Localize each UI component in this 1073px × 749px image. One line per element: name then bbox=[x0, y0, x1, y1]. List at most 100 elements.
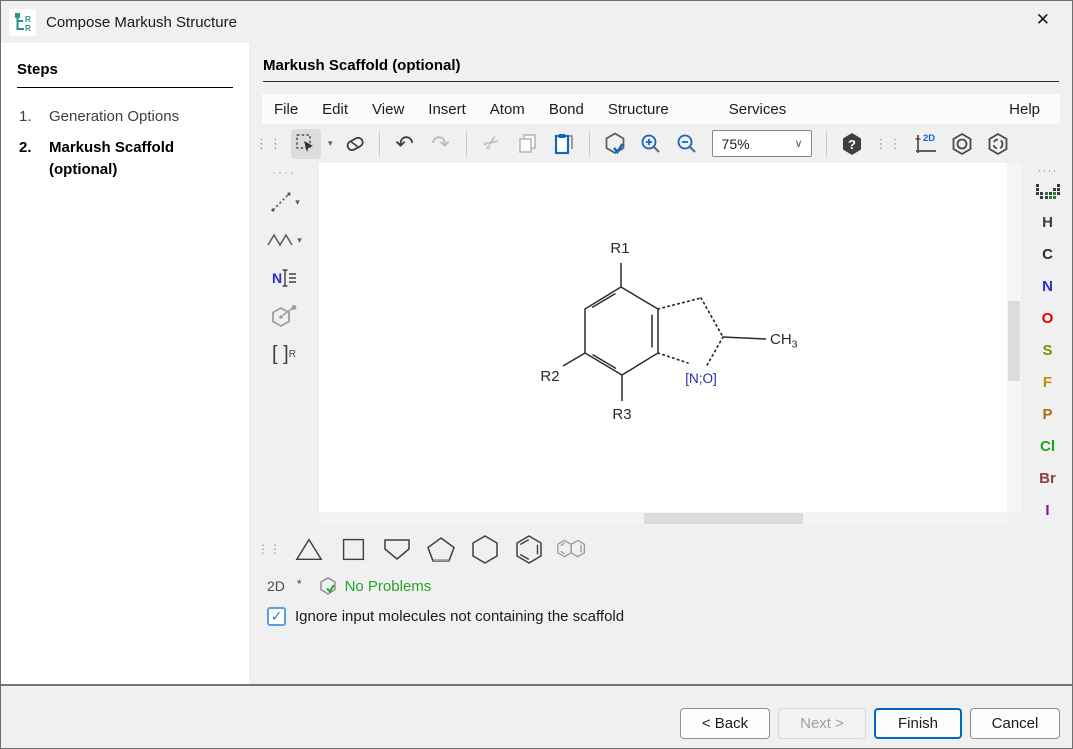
svg-text:2D: 2D bbox=[923, 133, 935, 144]
menu-view[interactable]: View bbox=[360, 97, 416, 122]
cyclobutane-template-button[interactable] bbox=[335, 533, 371, 565]
menu-insert[interactable]: Insert bbox=[416, 97, 478, 122]
chain-tool-button[interactable]: ▾ bbox=[266, 225, 302, 255]
element-button-s[interactable]: S bbox=[1021, 334, 1073, 366]
palette-drag-handle[interactable]: ···· bbox=[1038, 163, 1058, 177]
toolbar-drag-handle[interactable]: ⋮⋮ bbox=[257, 542, 281, 556]
menu-bond[interactable]: Bond bbox=[537, 97, 596, 122]
menu-structure[interactable]: Structure bbox=[596, 97, 681, 122]
copy-button[interactable] bbox=[513, 129, 543, 159]
palette-drag-handle[interactable]: ···· bbox=[272, 165, 296, 179]
main-toolbar: ⋮⋮ ▾ ↶ ↷ ✂ bbox=[253, 124, 1073, 163]
menu-atom[interactable]: Atom bbox=[478, 97, 537, 122]
periodic-table-button[interactable] bbox=[1035, 183, 1061, 206]
cyclopentadiene-icon bbox=[380, 535, 414, 563]
structure-canvas[interactable]: R1 R2 R3 CH3 [N;O] bbox=[319, 163, 1007, 512]
chain-icon bbox=[266, 229, 296, 251]
vertical-scrollbar-thumb[interactable] bbox=[1008, 301, 1020, 381]
cut-button[interactable]: ✂ bbox=[477, 129, 507, 159]
checkmark-icon: ✓ bbox=[271, 608, 283, 625]
selection-icon bbox=[294, 132, 318, 156]
finish-button[interactable]: Finish bbox=[874, 708, 962, 739]
redo-button[interactable]: ↷ bbox=[426, 129, 456, 159]
element-button-n[interactable]: N bbox=[1021, 270, 1073, 302]
toolbar-separator bbox=[379, 131, 380, 157]
toolbar-separator bbox=[826, 131, 827, 157]
element-button-c[interactable]: C bbox=[1021, 238, 1073, 270]
zoom-out-icon bbox=[675, 132, 699, 156]
rgroup-label-r3[interactable]: R3 bbox=[612, 406, 631, 423]
template-tool-button[interactable] bbox=[269, 301, 299, 331]
element-button-cl[interactable]: Cl bbox=[1021, 430, 1073, 462]
element-button-i[interactable]: I bbox=[1021, 494, 1073, 526]
wizard-footer: < Back Next > Finish Cancel bbox=[1, 684, 1072, 749]
rgroup-bracket-tool-button[interactable]: [ ]R bbox=[272, 339, 296, 369]
zoom-out-button[interactable] bbox=[672, 129, 702, 159]
step-label: Generation Options bbox=[49, 106, 233, 129]
rgroup-label-r1[interactable]: R1 bbox=[610, 240, 629, 257]
svg-text:R: R bbox=[25, 24, 31, 33]
template-icon bbox=[269, 302, 299, 330]
back-button[interactable]: < Back bbox=[680, 708, 770, 739]
step-markush-scaffold[interactable]: 2. Markush Scaffold (optional) bbox=[17, 137, 233, 182]
canvas-horizontal-scrollbar[interactable] bbox=[319, 512, 1007, 525]
zoom-in-icon bbox=[639, 132, 663, 156]
bond-tool-button[interactable]: ▾ bbox=[268, 187, 300, 217]
rgroup-bracket-sub: R bbox=[289, 349, 296, 360]
selection-tool-button[interactable] bbox=[291, 129, 321, 159]
modified-indicator: * bbox=[297, 577, 302, 591]
atom-text-tool-button[interactable]: N bbox=[269, 263, 299, 293]
menu-services[interactable]: Services bbox=[717, 97, 799, 122]
cyclohexane-template-button[interactable] bbox=[467, 533, 503, 565]
menu-edit[interactable]: Edit bbox=[310, 97, 360, 122]
toolbar-drag-handle[interactable]: ⋮⋮ bbox=[255, 136, 283, 152]
atom-list-label[interactable]: [N;O] bbox=[685, 371, 717, 386]
chain-tool-caret[interactable]: ▾ bbox=[297, 235, 302, 246]
element-button-o[interactable]: O bbox=[1021, 302, 1073, 334]
element-button-f[interactable]: F bbox=[1021, 366, 1073, 398]
compose-markush-dialog: R R Compose Markush Structure ✕ Steps 1.… bbox=[0, 0, 1073, 749]
no-problems-message[interactable]: No Problems bbox=[345, 578, 432, 595]
bond-tool-caret[interactable]: ▾ bbox=[295, 197, 300, 208]
selection-tool-caret[interactable]: ▾ bbox=[328, 138, 333, 149]
canvas-vertical-scrollbar[interactable] bbox=[1007, 163, 1021, 512]
check-structure-icon bbox=[602, 131, 628, 157]
close-icon[interactable]: ✕ bbox=[1036, 11, 1050, 28]
ignore-molecules-label[interactable]: Ignore input molecules not containing th… bbox=[295, 608, 624, 625]
horizontal-scrollbar-thumb[interactable] bbox=[644, 513, 803, 524]
cyclopropane-icon bbox=[293, 535, 325, 563]
cyclopentadiene-template-button[interactable] bbox=[379, 533, 415, 565]
eraser-icon bbox=[342, 132, 366, 156]
element-button-p[interactable]: P bbox=[1021, 398, 1073, 430]
eraser-button[interactable] bbox=[339, 129, 369, 159]
methyl-label[interactable]: CH3 bbox=[770, 331, 798, 351]
ignore-molecules-checkbox[interactable]: ✓ bbox=[267, 607, 286, 626]
paste-button[interactable] bbox=[549, 129, 579, 159]
benzene-template-button[interactable] bbox=[511, 533, 547, 565]
element-button-br[interactable]: Br bbox=[1021, 462, 1073, 494]
naphthalene-template-button[interactable] bbox=[555, 533, 591, 565]
rgroup-label-r2[interactable]: R2 bbox=[540, 368, 559, 385]
menu-help[interactable]: Help bbox=[997, 97, 1052, 122]
chevron-down-icon[interactable]: ∨ bbox=[787, 137, 811, 150]
cyclobutane-icon bbox=[337, 535, 369, 563]
next-button: Next > bbox=[778, 708, 866, 739]
benzene-icon bbox=[512, 534, 546, 564]
help-button[interactable]: ? bbox=[837, 129, 867, 159]
aromatic-ring-button[interactable] bbox=[947, 129, 977, 159]
dearomatize-ring-button[interactable] bbox=[983, 129, 1013, 159]
clean-2d-button[interactable]: 2D bbox=[911, 129, 941, 159]
element-button-h[interactable]: H bbox=[1021, 206, 1073, 238]
zoom-in-button[interactable] bbox=[636, 129, 666, 159]
toolbar-drag-handle[interactable]: ⋮⋮ bbox=[875, 136, 903, 152]
clean-2d-icon: 2D bbox=[912, 131, 940, 157]
step-generation-options[interactable]: 1. Generation Options bbox=[17, 106, 233, 129]
menu-file[interactable]: File bbox=[262, 97, 310, 122]
cyclopentane-template-button[interactable] bbox=[423, 533, 459, 565]
title-bar: R R Compose Markush Structure ✕ bbox=[1, 1, 1072, 43]
cyclopropane-template-button[interactable] bbox=[291, 533, 327, 565]
undo-button[interactable]: ↶ bbox=[390, 129, 420, 159]
cancel-button[interactable]: Cancel bbox=[970, 708, 1060, 739]
zoom-level-select[interactable]: 75% ∨ bbox=[712, 130, 812, 157]
check-structure-button[interactable] bbox=[600, 129, 630, 159]
